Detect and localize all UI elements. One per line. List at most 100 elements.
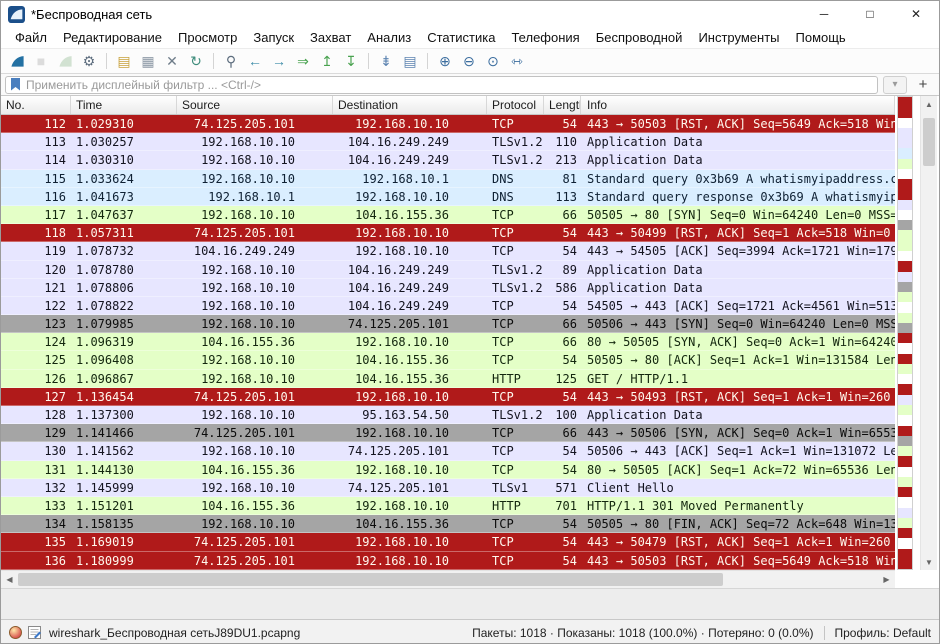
packet-row[interactable]: 1251.096408192.168.10.10104.16.155.36TCP… <box>1 351 895 369</box>
minimap-segment <box>898 426 912 436</box>
packet-row[interactable]: 1351.16901974.125.205.101192.168.10.10TC… <box>1 533 895 551</box>
packet-minimap[interactable] <box>897 96 913 570</box>
go-to-packet-button[interactable]: ⇒ <box>292 50 314 72</box>
horizontal-scrollbar[interactable]: ◀ ▶ <box>1 570 895 588</box>
cell-protocol: TCP <box>487 461 544 478</box>
cell-no: 125 <box>1 351 71 368</box>
packet-row[interactable]: 1211.078806192.168.10.10104.16.249.249TL… <box>1 279 895 297</box>
packet-row[interactable]: 1321.145999192.168.10.1074.125.205.101TL… <box>1 479 895 497</box>
minimap-segment <box>898 189 912 199</box>
cell-destination: 192.168.10.10 <box>333 552 487 569</box>
menu-item-0[interactable]: Файл <box>7 27 55 48</box>
vertical-scrollbar-thumb[interactable] <box>923 118 935 166</box>
column-header-length[interactable]: Length <box>544 96 581 114</box>
display-filter-field[interactable] <box>5 76 878 94</box>
column-header-info[interactable]: Info <box>581 96 895 114</box>
menu-item-1[interactable]: Редактирование <box>55 27 170 48</box>
column-header-source[interactable]: Source <box>177 96 333 114</box>
horizontal-scrollbar-thumb[interactable] <box>18 573 723 586</box>
resize-columns-button[interactable]: ⇿ <box>506 50 528 72</box>
cell-no: 135 <box>1 533 71 550</box>
menu-item-4[interactable]: Захват <box>302 27 359 48</box>
capture-options-icon: ⚙ <box>83 53 96 70</box>
filter-bookmark-icon[interactable] <box>10 78 21 91</box>
packet-row[interactable]: 1361.18099974.125.205.101192.168.10.10TC… <box>1 552 895 570</box>
menu-item-10[interactable]: Помощь <box>788 27 854 48</box>
find-packet-button[interactable]: ⚲ <box>220 50 242 72</box>
column-header-destination[interactable]: Destination <box>333 96 487 114</box>
packet-row[interactable]: 1271.13645474.125.205.101192.168.10.10TC… <box>1 388 895 406</box>
menu-item-2[interactable]: Просмотр <box>170 27 245 48</box>
packet-row[interactable]: 1191.078732104.16.249.249192.168.10.10TC… <box>1 242 895 260</box>
display-filter-input[interactable] <box>26 78 873 92</box>
save-file-button[interactable]: ▦ <box>137 50 159 72</box>
menu-item-3[interactable]: Запуск <box>245 27 302 48</box>
menu-item-6[interactable]: Статистика <box>419 27 503 48</box>
menu-item-8[interactable]: Беспроводной <box>588 27 691 48</box>
wireshark-window: *Беспроводная сеть ─ □ ✕ ФайлРедактирова… <box>0 0 940 644</box>
cell-time: 1.033624 <box>71 170 177 187</box>
packet-row[interactable]: 1151.033624192.168.10.10192.168.10.1DNS8… <box>1 170 895 188</box>
menu-item-5[interactable]: Анализ <box>359 27 419 48</box>
packet-row[interactable]: 1301.141562192.168.10.1074.125.205.101TC… <box>1 442 895 460</box>
zoom-normal-button[interactable]: ⊙ <box>482 50 504 72</box>
colorize-packets-button[interactable]: ▤ <box>399 50 421 72</box>
go-forward-button[interactable]: → <box>268 50 290 72</box>
start-capture-button[interactable] <box>6 50 28 72</box>
restart-capture-icon <box>58 54 73 69</box>
menu-item-7[interactable]: Телефония <box>503 27 587 48</box>
packet-row[interactable]: 1231.079985192.168.10.1074.125.205.101TC… <box>1 315 895 333</box>
packet-row[interactable]: 1171.047637192.168.10.10104.16.155.36TCP… <box>1 206 895 224</box>
column-header-protocol[interactable]: Protocol <box>487 96 544 114</box>
filter-expression-dropdown[interactable]: ▾ <box>883 76 907 94</box>
filter-add-button[interactable]: + <box>913 76 933 94</box>
horizontal-scrollbar-track[interactable] <box>18 571 878 588</box>
maximize-button[interactable]: □ <box>847 1 893 27</box>
scroll-right-icon[interactable]: ▶ <box>878 571 895 588</box>
cell-protocol: TCP <box>487 224 544 241</box>
go-first-packet-button[interactable]: ↥ <box>316 50 338 72</box>
cell-no: 112 <box>1 115 71 132</box>
reload-file-icon: ↻ <box>190 53 202 70</box>
cell-destination: 104.16.249.249 <box>333 297 487 314</box>
packet-row[interactable]: 1291.14146674.125.205.101192.168.10.10TC… <box>1 424 895 442</box>
close-button[interactable]: ✕ <box>893 1 939 27</box>
zoom-out-button[interactable]: ⊖ <box>458 50 480 72</box>
go-last-packet-button[interactable]: ↧ <box>340 50 362 72</box>
column-header-no[interactable]: No. <box>1 96 71 114</box>
packet-row[interactable]: 1331.151201104.16.155.36192.168.10.10HTT… <box>1 497 895 515</box>
packet-row[interactable]: 1121.02931074.125.205.101192.168.10.10TC… <box>1 115 895 133</box>
scroll-up-icon[interactable]: ▲ <box>921 96 937 112</box>
packet-row[interactable]: 1261.096867192.168.10.10104.16.155.36HTT… <box>1 370 895 388</box>
packet-row[interactable]: 1221.078822192.168.10.10104.16.249.249TC… <box>1 297 895 315</box>
go-back-button[interactable]: ← <box>244 50 266 72</box>
capture-comment-icon[interactable] <box>28 626 41 639</box>
zoom-in-button[interactable]: ⊕ <box>434 50 456 72</box>
packet-row[interactable]: 1161.041673192.168.10.1192.168.10.10DNS1… <box>1 188 895 206</box>
toolbar-separator <box>106 53 107 69</box>
vertical-scrollbar[interactable]: ▲ ▼ <box>920 96 937 570</box>
expert-info-icon[interactable] <box>9 626 22 639</box>
packet-row[interactable]: 1241.096319104.16.155.36192.168.10.10TCP… <box>1 333 895 351</box>
column-header-time[interactable]: Time <box>71 96 177 114</box>
profile-label[interactable]: Профиль: Default <box>835 626 932 640</box>
packet-row[interactable]: 1181.05731174.125.205.101192.168.10.10TC… <box>1 224 895 242</box>
window-title: *Беспроводная сеть <box>31 7 152 22</box>
open-file-button[interactable]: ▤ <box>113 50 135 72</box>
packet-row[interactable]: 1141.030310192.168.10.10104.16.249.249TL… <box>1 151 895 169</box>
packet-row[interactable]: 1311.144130104.16.155.36192.168.10.10TCP… <box>1 461 895 479</box>
packet-row[interactable]: 1131.030257192.168.10.10104.16.249.249TL… <box>1 133 895 151</box>
scroll-left-icon[interactable]: ◀ <box>1 571 18 588</box>
menu-item-9[interactable]: Инструменты <box>690 27 787 48</box>
packet-row[interactable]: 1341.158135192.168.10.10104.16.155.36TCP… <box>1 515 895 533</box>
scroll-down-icon[interactable]: ▼ <box>921 554 937 570</box>
packet-row[interactable]: 1281.137300192.168.10.1095.163.54.50TLSv… <box>1 406 895 424</box>
cell-destination: 192.168.10.10 <box>333 461 487 478</box>
cell-no: 134 <box>1 515 71 532</box>
minimize-button[interactable]: ─ <box>801 1 847 27</box>
close-file-button[interactable]: ✕ <box>161 50 183 72</box>
capture-options-button[interactable]: ⚙ <box>78 50 100 72</box>
packet-row[interactable]: 1201.078780192.168.10.10104.16.249.249TL… <box>1 261 895 279</box>
reload-file-button[interactable]: ↻ <box>185 50 207 72</box>
auto-scroll-button[interactable]: ⇟ <box>375 50 397 72</box>
